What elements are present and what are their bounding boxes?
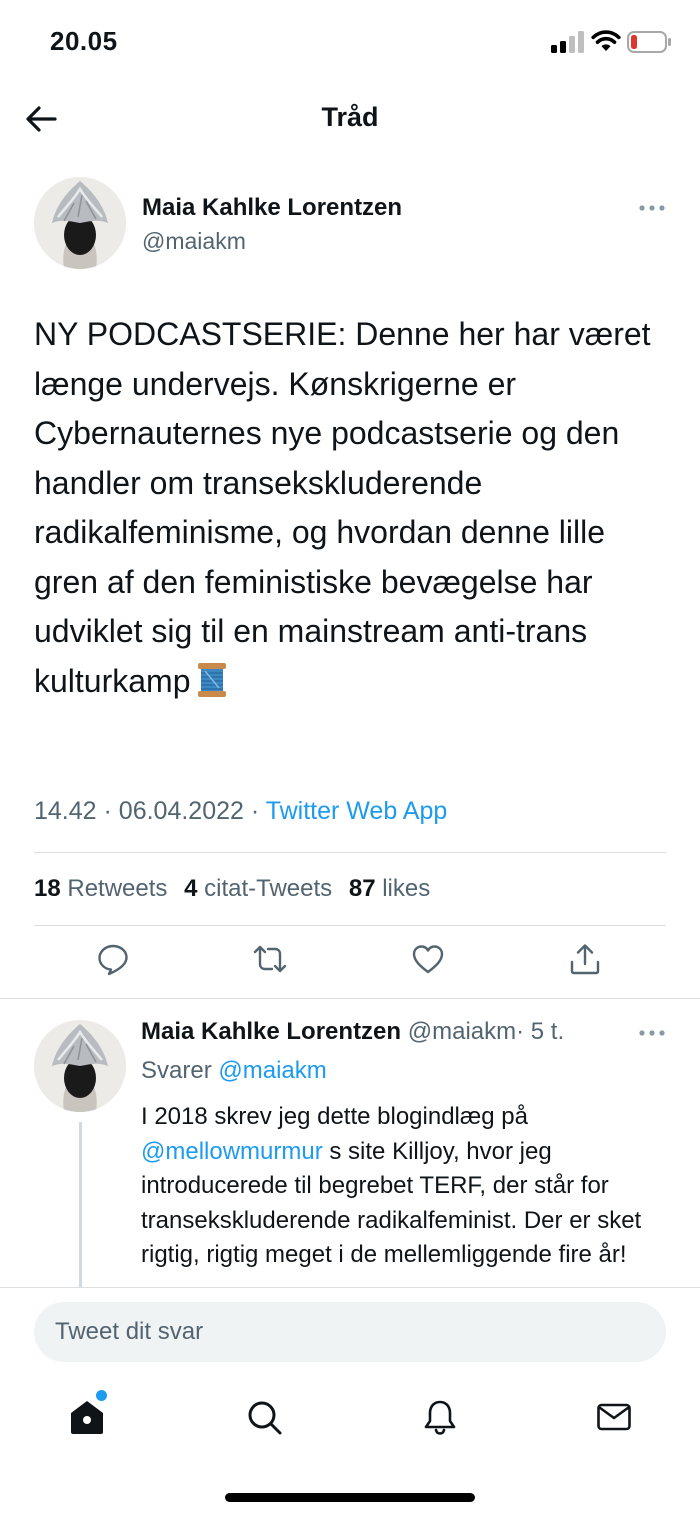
- retweet-icon[interactable]: [253, 942, 287, 976]
- avatar[interactable]: [34, 1020, 126, 1112]
- reply-compose-input[interactable]: Tweet dit svar: [34, 1302, 666, 1362]
- reply-author-handle[interactable]: @maiakm: [408, 1018, 516, 1045]
- retweets-stat[interactable]: 18 Retweets: [34, 875, 167, 902]
- divider: [34, 925, 666, 926]
- reply-icon[interactable]: [96, 942, 130, 976]
- quote-tweets-label: citat-Tweets: [204, 875, 333, 902]
- nav-bar: Tråd: [0, 86, 700, 152]
- divider: [34, 852, 666, 853]
- more-options-icon[interactable]: [638, 1028, 666, 1038]
- home-indicator: [225, 1493, 475, 1502]
- cellular-signal-icon: [551, 31, 584, 53]
- status-time: 20.05: [50, 26, 118, 56]
- thread-connector-line: [79, 1122, 82, 1288]
- share-icon[interactable]: [568, 942, 602, 976]
- reply-compose-placeholder: Tweet dit svar: [55, 1318, 204, 1345]
- tweet-body: NY PODCASTSERIE: Denne her har været læn…: [34, 316, 651, 699]
- reply-tweet[interactable]: Maia Kahlke Lorentzen @maiakm· 5 t. Svar…: [0, 1000, 700, 1288]
- replying-to-mention[interactable]: @maiakm: [218, 1057, 326, 1084]
- reply-age: · 5 t.: [516, 1018, 565, 1045]
- reply-text: I 2018 skrev jeg dette blogindlæg på @me…: [141, 1100, 671, 1273]
- meta-separator: ·: [103, 797, 112, 825]
- likes-label: likes: [382, 875, 431, 902]
- reply-author-name[interactable]: Maia Kahlke Lorentzen: [141, 1018, 401, 1045]
- thread-spool-emoji-icon: [197, 662, 226, 697]
- likes-stat[interactable]: 87 likes: [349, 875, 430, 902]
- tweet-text: NY PODCASTSERIE: Denne her har været læn…: [34, 310, 674, 706]
- replying-to-label: Svarer: [141, 1057, 212, 1084]
- retweets-label: Retweets: [67, 875, 168, 902]
- retweets-count: 18: [34, 875, 61, 902]
- battery-low-icon: [627, 31, 671, 53]
- tweet-source-link[interactable]: Twitter Web App: [266, 797, 448, 825]
- reply-header: Maia Kahlke Lorentzen @maiakm· 5 t.: [141, 1018, 564, 1046]
- likes-count: 87: [348, 875, 376, 902]
- new-content-indicator: [96, 1390, 107, 1401]
- search-icon[interactable]: [245, 1398, 283, 1436]
- tweet-stats: 18 Retweets 4 citat-Tweets 87 likes: [34, 875, 440, 903]
- wifi-icon: [591, 30, 621, 51]
- reply-text-start: I 2018 skrev jeg dette blogindlæg på: [141, 1103, 528, 1130]
- messages-mail-icon[interactable]: [595, 1398, 633, 1436]
- replying-to: Svarer @maiakm: [141, 1057, 327, 1085]
- notifications-bell-icon[interactable]: [421, 1398, 459, 1436]
- bottom-tab-bar: [0, 1380, 700, 1460]
- like-heart-icon[interactable]: [411, 942, 445, 976]
- tweet-date: 06.04.2022: [118, 797, 244, 825]
- author-name[interactable]: Maia Kahlke Lorentzen: [142, 194, 402, 222]
- author-handle[interactable]: @maiakm: [142, 228, 246, 255]
- meta-separator: ·: [250, 797, 260, 825]
- status-bar: 20.05: [0, 0, 700, 86]
- tweet-actions: [0, 942, 700, 1002]
- divider: [0, 998, 700, 999]
- more-options-icon[interactable]: [638, 203, 666, 213]
- quote-tweets-count: 4: [184, 875, 198, 902]
- quote-tweets-stat[interactable]: 4 citat-Tweets: [184, 875, 332, 902]
- mention-link[interactable]: @mellowmurmur: [141, 1138, 323, 1165]
- avatar[interactable]: [34, 177, 126, 269]
- page-title: Tråd: [321, 102, 379, 132]
- home-icon[interactable]: [68, 1398, 106, 1436]
- tweet-meta: 14.42 · 06.04.2022 · Twitter Web App: [34, 797, 447, 826]
- divider: [0, 1287, 700, 1288]
- tweet-time: 14.42: [34, 797, 97, 825]
